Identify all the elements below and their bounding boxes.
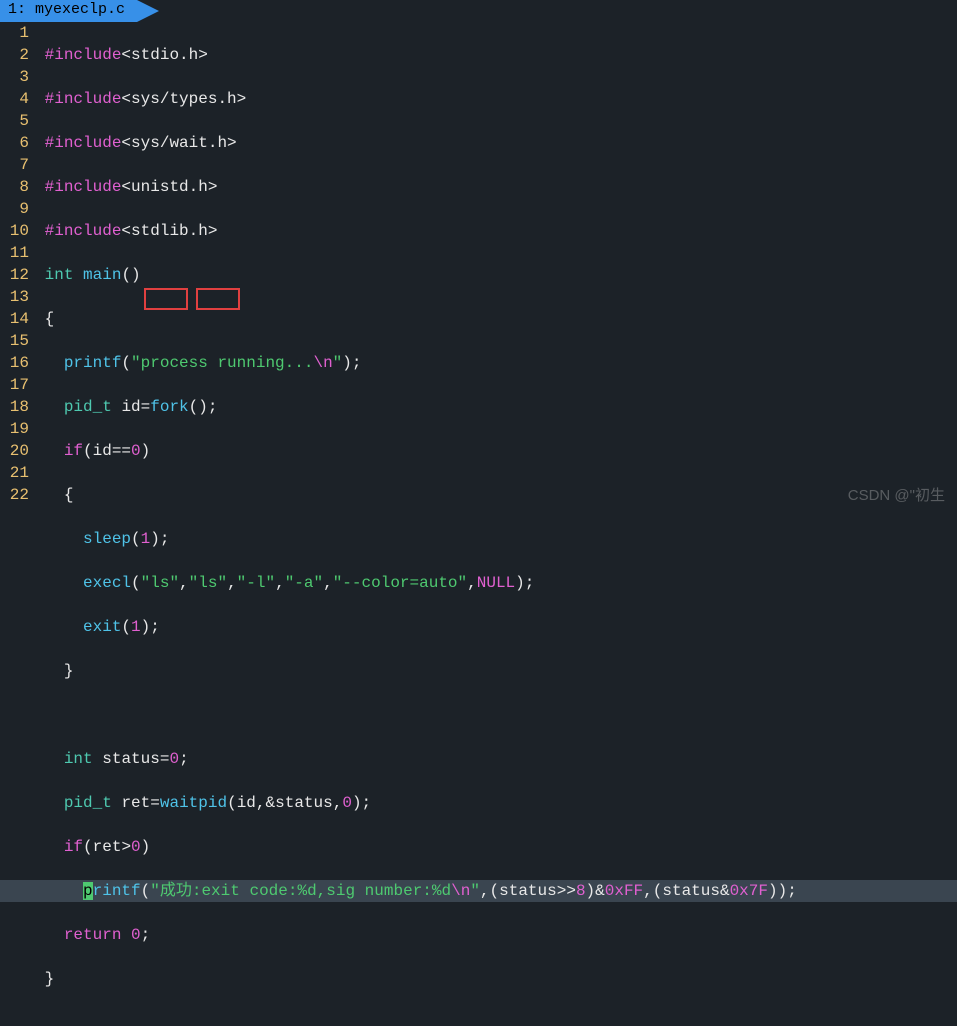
code-line: }	[35, 660, 957, 682]
highlight-box-icon	[196, 288, 240, 310]
code-line: {	[35, 484, 957, 506]
code-line: if(id==0)	[35, 440, 957, 462]
code-line: #include<sys/types.h>	[35, 88, 957, 110]
code-area[interactable]: #include<stdio.h> #include<sys/types.h> …	[35, 22, 957, 1026]
code-line: #include<stdlib.h>	[35, 220, 957, 242]
code-line	[35, 704, 957, 726]
code-line: return 0;	[35, 924, 957, 946]
code-line: }	[35, 968, 957, 990]
code-line: #include<sys/wait.h>	[35, 132, 957, 154]
code-line: #include<unistd.h>	[35, 176, 957, 198]
code-line: if(ret>0)	[35, 836, 957, 858]
line-number-gutter: 1 2 3 4 5 6 7 8 9 10 11 12 13 14 15 16 1…	[0, 22, 35, 1026]
code-editor[interactable]: 1 2 3 4 5 6 7 8 9 10 11 12 13 14 15 16 1…	[0, 22, 957, 1026]
tab-file[interactable]: 1: myexeclp.c	[0, 0, 137, 22]
code-line: int status=0;	[35, 748, 957, 770]
code-line: exit(1);	[35, 616, 957, 638]
code-line: #include<stdio.h>	[35, 44, 957, 66]
code-line: int main()	[35, 264, 957, 286]
code-line-current: printf("成功:exit code:%d,sig number:%d\n"…	[0, 880, 957, 902]
code-line: execl("ls","ls","-l","-a","--color=auto"…	[35, 572, 957, 594]
highlight-box-icon	[144, 288, 188, 310]
tab-bar: 1: myexeclp.c	[0, 0, 957, 22]
code-line: pid_t ret=waitpid(id,&status,0);	[35, 792, 957, 814]
code-line: sleep(1);	[35, 528, 957, 550]
code-line: {	[35, 308, 957, 330]
code-line: printf("process running...\n");	[35, 352, 957, 374]
watermark: CSDN @"初生	[848, 484, 945, 505]
cursor-icon: p	[83, 882, 93, 900]
code-line: pid_t id=fork();	[35, 396, 957, 418]
